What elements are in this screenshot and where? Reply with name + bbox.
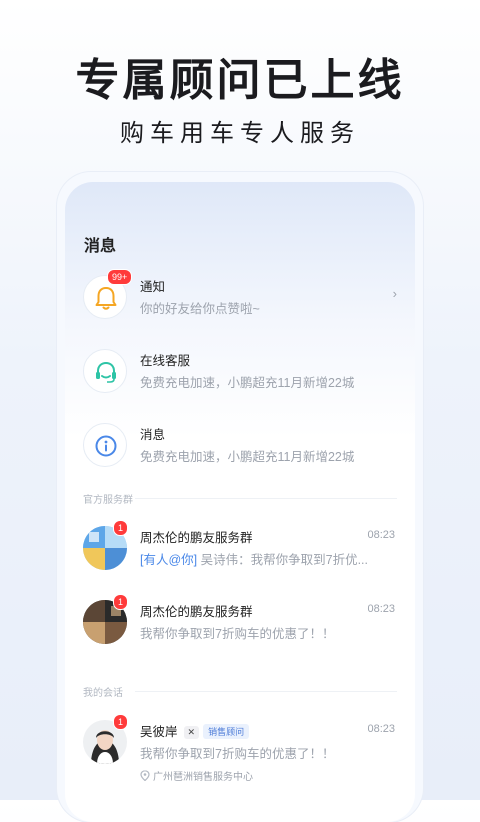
headset-avatar [83, 349, 127, 393]
chat-badge: 1 [113, 714, 129, 730]
chat-location: 广州琶洲销售服务中心 [140, 768, 253, 783]
messages-row[interactable]: 消息 免费充电加速，小鹏超充11月新增22城 [83, 421, 399, 473]
message-screen: 消息 99+ 通知 你的好友给你点赞啦~ › 在线客服 免费充电加速，小鹏超充1… [65, 182, 415, 822]
service-desc: 免费充电加速，小鹏超充11月新增22城 [140, 376, 355, 390]
chat-last-message: 我帮你争取到7折购车的优惠了！！ [140, 747, 335, 761]
my-section-label: 我的会话 [83, 688, 123, 699]
group-row[interactable]: 1 周杰伦的鹏友服务群 我帮你争取到7折购车的优惠了！！ 08:23 [83, 594, 399, 650]
group-name: 周杰伦的鹏友服务群 [140, 531, 253, 545]
group-time: 08:23 [367, 603, 395, 615]
mention-tag: [有人@你] [140, 553, 198, 567]
brand-logo-icon: ✕ [183, 726, 200, 739]
group-time: 08:23 [367, 529, 395, 541]
info-avatar [83, 423, 127, 467]
screen-title: 消息 [84, 238, 117, 255]
location-pin-icon [140, 770, 150, 782]
group-row[interactable]: 1 周杰伦的鹏友服务群 [有人@你] 吴诗伟：我帮你争取到7折优... 08:2… [83, 520, 399, 576]
group-name: 周杰伦的鹏友服务群 [140, 605, 253, 619]
group-badge: 1 [113, 520, 129, 536]
subline: 购车用车专人服务 [120, 120, 360, 147]
notification-row[interactable]: 99+ 通知 你的好友给你点赞啦~ › [83, 269, 399, 325]
section-divider [135, 498, 397, 499]
section-divider [135, 691, 397, 692]
role-tag: 销售顾问 [203, 724, 250, 739]
group-last-message: 我帮你争取到7折购车的优惠了！！ [140, 627, 335, 641]
group-last-message: [有人@你] 吴诗伟：我帮你争取到7折优... [140, 553, 368, 567]
headline: 专属顾问已上线 [75, 56, 405, 105]
messages-desc: 免费充电加速，小鹏超充11月新增22城 [140, 450, 355, 464]
messages-title: 消息 [140, 428, 166, 442]
advisor-name: 吴彼岸 [140, 725, 178, 739]
headset-icon [96, 361, 116, 383]
group-badge: 1 [113, 594, 129, 610]
notification-title: 通知 [140, 280, 166, 294]
phone-frame: 消息 99+ 通知 你的好友给你点赞啦~ › 在线客服 免费充电加速，小鹏超充1… [57, 172, 423, 822]
notification-badge: 99+ [107, 269, 133, 285]
service-row[interactable]: 在线客服 免费充电加速，小鹏超充11月新增22城 [83, 347, 399, 399]
chat-row[interactable]: 1 吴彼岸 ✕ 销售顾问 我帮你争取到7折购车的优惠了！！ 08:23 广州琶洲销售… [83, 714, 399, 788]
notification-desc: 你的好友给你点赞啦~ [140, 302, 260, 316]
chevron-right-icon: › [392, 286, 397, 301]
chat-time: 08:23 [367, 723, 395, 735]
official-section-label: 官方服务群 [83, 495, 133, 506]
info-icon [95, 435, 117, 457]
service-title: 在线客服 [140, 354, 191, 368]
advisor-name-line: 吴彼岸 ✕ 销售顾问 [140, 721, 250, 740]
